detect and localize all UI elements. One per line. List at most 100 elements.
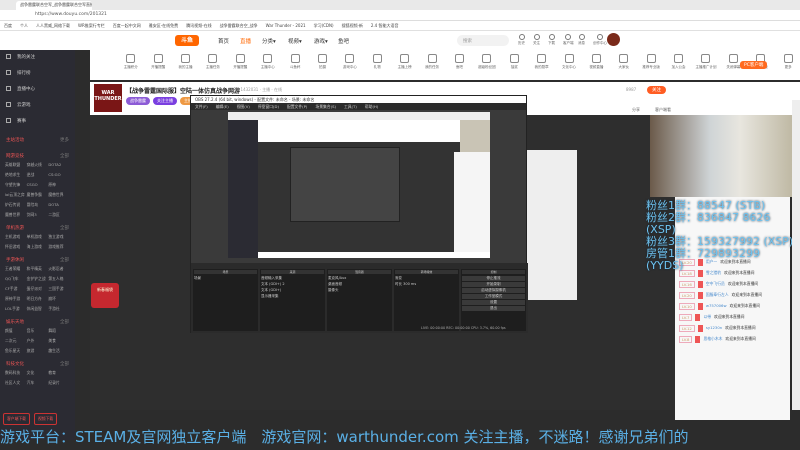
follow-button[interactable]: 关注 (647, 86, 666, 94)
sidebar-category-link[interactable]: lol云顶之弈 (5, 192, 27, 198)
category-item[interactable]: 主播积分 (119, 54, 142, 80)
category-item[interactable]: 开播提醒 (229, 54, 252, 80)
sidebar-category-link[interactable]: CF手游 (5, 286, 27, 292)
sidebar-category-link[interactable]: 炉石传说 (5, 202, 27, 208)
bookmark-item[interactable]: 搜狐视频·新 (342, 23, 363, 28)
category-item[interactable]: 礼物 (366, 54, 389, 80)
dock-item[interactable]: 退出 (462, 306, 525, 311)
chat-username[interactable]: 以带 (703, 314, 711, 321)
obs-menu-item[interactable]: 视图(V) (237, 104, 250, 109)
sidebar-item[interactable]: 赛事 (0, 114, 75, 130)
dock-item[interactable]: 开始录制 (462, 282, 525, 287)
chat-username[interactable]: sy1230n (706, 325, 722, 332)
sidebar-category-link[interactable]: 守望先锋 (5, 182, 27, 188)
category-item[interactable]: 更多 (776, 54, 799, 80)
sidebar-category-link[interactable]: 音乐 (27, 328, 49, 334)
douyu-logo[interactable]: 斗鱼 (175, 35, 199, 46)
dock-item[interactable]: 时长 300 ms (395, 282, 458, 287)
sidebar-button[interactable]: 客户端下载 (3, 413, 30, 425)
sidebar-category-link[interactable]: CS:GO (48, 172, 70, 178)
obs-menu-item[interactable]: 场景集合(S) (315, 104, 336, 109)
section-more-link[interactable]: 全部 (60, 257, 69, 263)
sidebar-category-link[interactable]: 冒险岛 (27, 202, 49, 208)
category-item[interactable]: 开播提醒 (146, 54, 169, 80)
obs-menu-item[interactable]: 帮助(H) (365, 104, 378, 109)
avatar[interactable] (607, 33, 620, 46)
category-item[interactable]: 主播上榜 (393, 54, 416, 80)
sidebar-category-link[interactable]: 王者荣耀 (5, 266, 27, 272)
sidebar-category-link[interactable]: 第五人格 (48, 276, 70, 282)
sidebar-item[interactable]: 云游戏 (0, 98, 75, 114)
bookmark-item[interactable]: 百度 (4, 23, 12, 28)
sidebar-category-link[interactable]: 剑网3 (27, 212, 49, 218)
sidebar-category-link[interactable]: 主机游戏 (5, 234, 27, 240)
obs-menu-item[interactable]: 停靠窗口(D) (258, 104, 279, 109)
nav-item[interactable]: 直播 (240, 37, 251, 45)
bookmark-item[interactable]: WR推案行专栏 (78, 23, 105, 28)
sidebar-category-link[interactable]: 数码科技 (5, 370, 27, 376)
dock-item[interactable]: 桌面音频 (328, 282, 391, 287)
category-item[interactable]: 主播推广计划 (694, 54, 717, 80)
sidebar-category-link[interactable]: 和平精英 (27, 266, 49, 272)
section-more-link[interactable]: 全部 (60, 319, 69, 325)
sidebar-category-link[interactable]: QQ飞车 (5, 276, 27, 282)
sidebar-category-link[interactable]: 趣生活 (48, 348, 70, 354)
chat-username[interactable]: 空中飞行员 (706, 281, 725, 288)
sidebar-category-link[interactable]: 手游社 (48, 306, 70, 312)
dock-item[interactable]: 麦克风/Aux (328, 276, 391, 281)
category-item[interactable]: 超级粉丝团 (475, 54, 498, 80)
sidebar-item[interactable]: 我的关注 (0, 50, 75, 66)
sidebar-category-link[interactable]: 原神 (48, 182, 70, 188)
sidebar-category-link[interactable]: 英雄联盟 (5, 162, 27, 168)
header-icon-5[interactable]: 创作中心 (593, 34, 607, 46)
sidebar-category-link[interactable]: 社区人文 (5, 380, 27, 386)
sidebar-button[interactable]: 视频下载 (33, 413, 58, 425)
sidebar-category-link[interactable]: 绝地求生 (5, 172, 27, 178)
header-icon-2[interactable]: 下载 (548, 34, 555, 46)
sidebar-category-link[interactable]: 海上游戏 (27, 244, 49, 250)
dock-item[interactable]: 摄像头 (328, 288, 391, 293)
section-more-link[interactable]: 更多 (60, 137, 69, 143)
dock-item[interactable]: 文本 (GDI+) 2 (261, 282, 324, 287)
category-item[interactable]: 游戏中心 (338, 54, 361, 80)
header-icon-3[interactable]: 客户端 (563, 34, 574, 46)
category-item[interactable]: 抽奖 (503, 54, 526, 80)
url-input[interactable]: https://www.douyu.com/201321 (35, 12, 635, 19)
room-tag[interactable]: 关注主播 (153, 97, 177, 105)
sidebar-category-link[interactable]: 金铲铲之战 (27, 276, 49, 282)
gift-badge[interactable]: 新春福袋 (91, 283, 119, 308)
bookmark-item[interactable]: 个人 (20, 23, 28, 28)
category-item[interactable]: 推荐专业版 (639, 54, 662, 80)
category-item[interactable]: 我的主播 (174, 54, 197, 80)
page-scrollbar[interactable] (792, 100, 800, 410)
category-item[interactable]: 拍摄 (311, 54, 334, 80)
nav-item[interactable]: 首页 (218, 37, 229, 45)
bookmark-item[interactable]: 腾讯视频-在线 (186, 23, 211, 28)
sidebar-category-link[interactable]: 汽车 (27, 380, 49, 386)
chat-username[interactable]: w757006w (706, 303, 727, 310)
obs-menu-item[interactable]: 工具(T) (344, 104, 357, 109)
sidebar-category-link[interactable]: 教育 (48, 370, 70, 376)
category-item[interactable]: 我的勋章 (530, 54, 553, 80)
header-icon-0[interactable]: 历史 (518, 34, 525, 46)
bookmark-item[interactable]: War Thunder - 2021 (266, 23, 306, 28)
sidebar-category-link[interactable]: LOL手游 (5, 306, 27, 312)
dock-item[interactable]: 启动虚拟摄像机 (462, 288, 525, 293)
sidebar-category-link[interactable]: 崩坏 (48, 296, 70, 302)
dock-item[interactable]: 渐变 (395, 276, 458, 281)
sidebar-category-link[interactable]: 休闲益智 (27, 306, 49, 312)
category-item[interactable]: 大家伙 (612, 54, 635, 80)
obs-menu-item[interactable]: 编辑(E) (216, 104, 229, 109)
sidebar-category-link[interactable]: 魔兽世界 (5, 212, 27, 218)
category-item[interactable]: 加入公会 (667, 54, 690, 80)
sidebar-category-link[interactable]: 独立游戏 (48, 234, 70, 240)
sidebar-category-link[interactable]: 纪录片 (48, 380, 70, 386)
dock-item[interactable]: 停止推流 (462, 276, 525, 281)
chat-username[interactable]: 思格小木木 (703, 336, 722, 343)
chat-username[interactable]: 国服奉行左人 (706, 292, 729, 299)
category-item[interactable]: 文化中心 (557, 54, 580, 80)
sidebar-category-link[interactable]: 魔兽世界 (48, 192, 70, 198)
bookmark-item[interactable]: 人人黑威_网络下载 (36, 23, 70, 28)
sidebar-category-link[interactable]: DOTA2 (48, 162, 70, 168)
bookmark-item[interactable]: 雅安区-在线免费 (149, 23, 178, 28)
